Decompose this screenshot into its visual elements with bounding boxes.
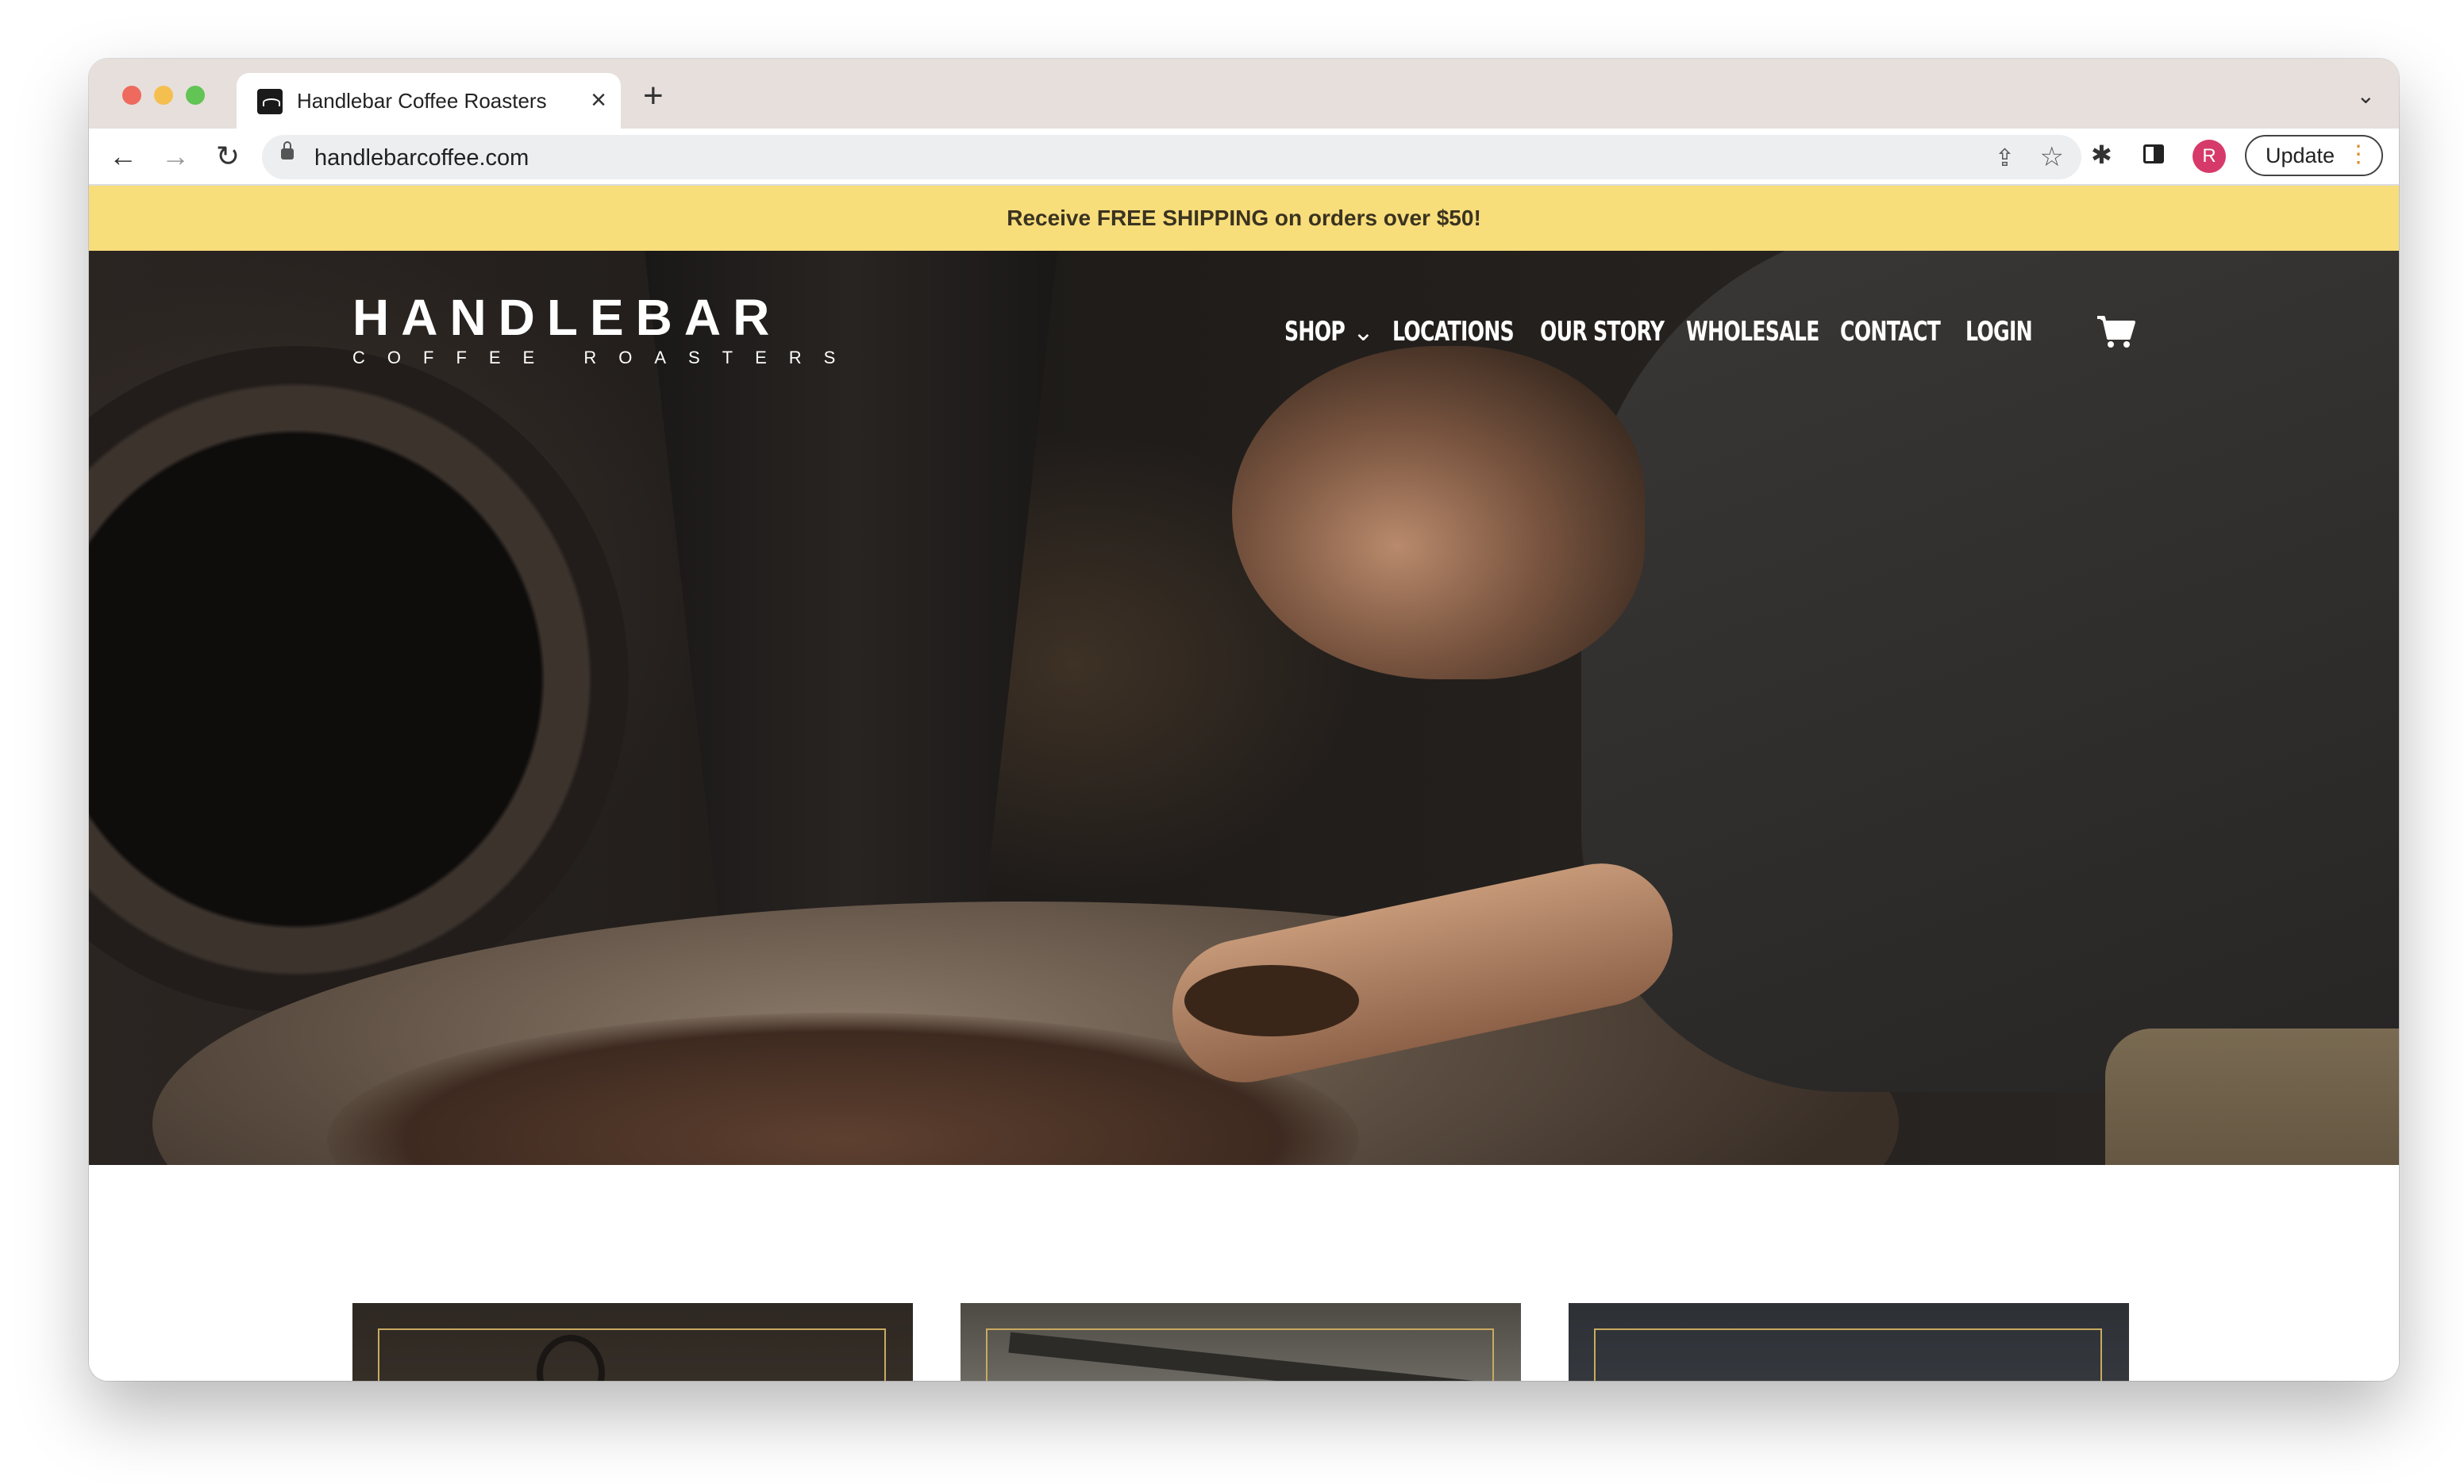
cart-icon[interactable] bbox=[2096, 314, 2137, 349]
lock-icon[interactable] bbox=[281, 141, 294, 160]
tab-search-chevron-icon[interactable]: ⌄ bbox=[2357, 83, 2375, 109]
share-icon[interactable]: ⇪ bbox=[1995, 144, 2015, 172]
url-text[interactable]: handlebarcoffee.com bbox=[314, 145, 529, 171]
card-frame bbox=[1594, 1328, 2102, 1381]
browser-window: Handlebar Coffee Roasters × + ⌄ ← → ↻ ha… bbox=[89, 59, 2399, 1381]
hero-hand-beans bbox=[1184, 965, 1359, 1036]
nav-contact[interactable]: CONTACT bbox=[1840, 308, 1941, 356]
feature-card-2[interactable] bbox=[961, 1303, 1521, 1381]
hero-roaster-drum bbox=[89, 346, 629, 1013]
tab-strip: Handlebar Coffee Roasters × + ⌄ bbox=[89, 59, 2399, 129]
nav-wholesale[interactable]: WHOLESALE bbox=[1686, 308, 1819, 356]
hero-person-head bbox=[1232, 346, 1645, 679]
update-label: Update bbox=[2266, 144, 2335, 167]
minimize-window-button[interactable] bbox=[154, 86, 173, 105]
tab-handlebar[interactable]: Handlebar Coffee Roasters × bbox=[237, 73, 621, 129]
bookmark-star-icon[interactable]: ☆ bbox=[2040, 141, 2064, 173]
nav-locations[interactable]: LOCATIONS bbox=[1392, 308, 1515, 356]
main-nav: SHOP ⌄ LOCATIONS OUR STORY WHOLESALE CON… bbox=[89, 308, 2399, 356]
card-frame bbox=[986, 1328, 1494, 1381]
back-button[interactable]: ← bbox=[103, 136, 143, 176]
favicon-icon bbox=[257, 89, 283, 114]
reload-button[interactable]: ↻ bbox=[208, 136, 248, 176]
nav-our-story[interactable]: OUR STORY bbox=[1540, 308, 1665, 356]
close-window-button[interactable] bbox=[122, 86, 141, 105]
card-frame bbox=[378, 1328, 886, 1381]
maximize-window-button[interactable] bbox=[186, 86, 205, 105]
hero-image: HANDLEBAR COFFEE ROASTERS SHOP ⌄ LOCATIO… bbox=[89, 251, 2399, 1165]
hero-person-pants bbox=[2105, 1028, 2399, 1165]
address-bar[interactable]: handlebarcoffee.com ⇪ ☆ bbox=[262, 135, 2081, 179]
page-viewport: Receive FREE SHIPPING on orders over $50… bbox=[89, 186, 2399, 1381]
browser-toolbar: ← → ↻ handlebarcoffee.com ⇪ ☆ ✱ R Update… bbox=[89, 129, 2399, 186]
profile-avatar[interactable]: R bbox=[2193, 140, 2226, 173]
chevron-down-icon[interactable]: ⌄ bbox=[1353, 314, 1374, 349]
feature-card-3[interactable] bbox=[1569, 1303, 2129, 1381]
tab-title: Handlebar Coffee Roasters bbox=[297, 89, 547, 113]
side-panel-icon[interactable] bbox=[2143, 144, 2164, 163]
nav-shop[interactable]: SHOP bbox=[1284, 308, 1346, 356]
forward-button[interactable]: → bbox=[156, 136, 195, 176]
tab-close-icon[interactable]: × bbox=[591, 84, 606, 116]
menu-dots-icon[interactable]: ⋮ bbox=[2347, 136, 2370, 173]
new-tab-button[interactable]: + bbox=[643, 76, 664, 116]
promo-banner: Receive FREE SHIPPING on orders over $50… bbox=[89, 186, 2399, 251]
nav-login[interactable]: LOGIN bbox=[1965, 308, 2033, 356]
feature-card-1[interactable] bbox=[352, 1303, 913, 1381]
extensions-icon[interactable]: ✱ bbox=[2091, 140, 2112, 170]
update-button[interactable]: Update ⋮ bbox=[2245, 135, 2383, 176]
hero-person-shirt bbox=[1581, 251, 2399, 1092]
